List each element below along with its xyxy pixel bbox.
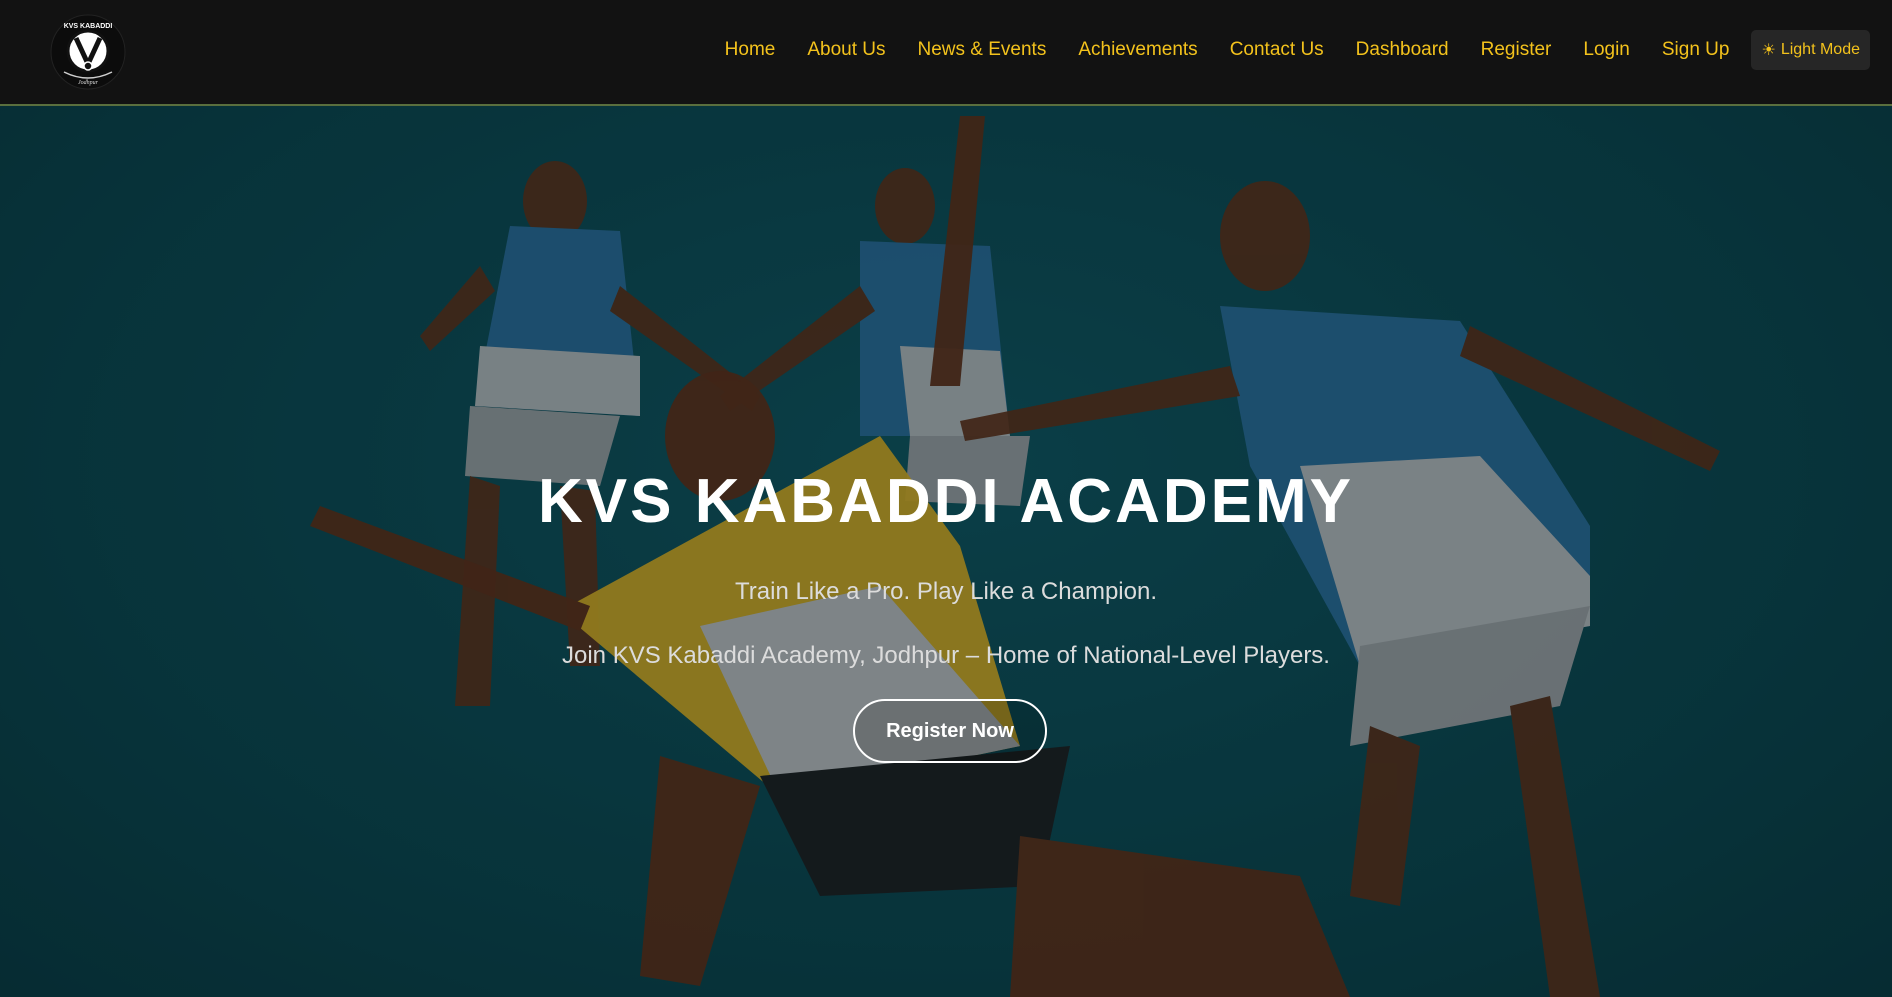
hero-dark-overlay [0, 106, 1892, 997]
nav-about-us[interactable]: About Us [807, 39, 885, 61]
hero-title: KVS KABADDI ACADEMY [538, 467, 1354, 536]
academy-logo[interactable]: KVS KABADDI Jodhpur [50, 14, 126, 90]
nav-news-events[interactable]: News & Events [918, 39, 1047, 61]
nav-sign-up[interactable]: Sign Up [1662, 39, 1730, 61]
top-navbar: KVS KABADDI Jodhpur Home About Us News &… [0, 0, 1892, 106]
nav-login[interactable]: Login [1583, 39, 1630, 61]
hero-subtitle: Join KVS Kabaddi Academy, Jodhpur – Home… [562, 642, 1330, 669]
nav-contact-us[interactable]: Contact Us [1230, 39, 1324, 61]
light-mode-label: Light Mode [1780, 41, 1860, 58]
light-mode-toggle-button[interactable]: ☀ Light Mode [1751, 30, 1870, 70]
register-now-button[interactable]: Register Now [853, 699, 1047, 763]
hero-section: KVS KABADDI ACADEMY Train Like a Pro. Pl… [0, 106, 1892, 997]
nav-dashboard[interactable]: Dashboard [1356, 39, 1449, 61]
hero-tagline: Train Like a Pro. Play Like a Champion. [735, 578, 1157, 605]
main-navigation: Home About Us News & Events Achievements… [693, 30, 1870, 70]
nav-home[interactable]: Home [725, 39, 776, 61]
logo-text: KVS KABADDI [64, 23, 113, 30]
nav-achievements[interactable]: Achievements [1078, 39, 1197, 61]
nav-register[interactable]: Register [1481, 39, 1552, 61]
sun-icon: ☀ [1761, 42, 1776, 59]
logo-subtext: Jodhpur [78, 80, 99, 86]
